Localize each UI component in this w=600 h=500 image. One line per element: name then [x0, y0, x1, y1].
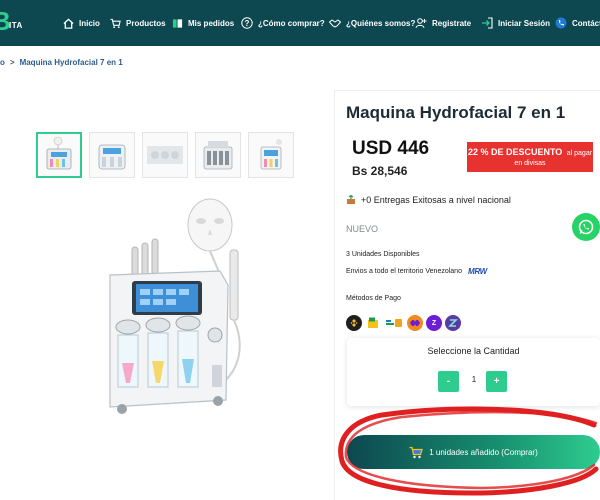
- thumbnail-1[interactable]: [36, 132, 82, 178]
- binance-icon: [346, 315, 362, 331]
- question-icon: ?: [241, 17, 253, 29]
- nav-item-label: ¿Quiénes somos?: [346, 18, 416, 28]
- product-thumbnail-icon: [260, 139, 282, 170]
- cart-icon: [409, 446, 424, 458]
- buy-button[interactable]: 1 unidades añadido (Comprar): [347, 435, 600, 469]
- zinli-icon: [445, 315, 461, 331]
- pago-movil-icon: [384, 315, 404, 331]
- logo-text: ITA: [9, 21, 23, 30]
- quantity-selector-card: Seleccione la Cantidad - 1 +: [347, 338, 600, 406]
- nav-item-label: ¿Cómo comprar?: [258, 18, 325, 28]
- top-navigation-bar: B ITA Inicio Productos Mis pedidos ? ¿Có…: [0, 0, 600, 46]
- nav-item-registrate[interactable]: Registrate: [415, 15, 471, 31]
- discount-badge: 22 % DE DESCUENTO al pagar en divisas: [467, 142, 593, 172]
- quantity-increase-button[interactable]: +: [486, 371, 507, 392]
- thumbnail-2[interactable]: [89, 132, 135, 178]
- quantity-decrease-button[interactable]: -: [438, 371, 459, 392]
- shipping-info: Envios a todo el territorio Venezolano M…: [346, 267, 487, 276]
- user-add-icon: [415, 18, 427, 29]
- whatsapp-icon: [578, 219, 594, 235]
- quantity-value[interactable]: 1: [467, 375, 481, 384]
- buy-button-label: 1 unidades añadido (Comprar): [429, 447, 538, 457]
- home-icon: [63, 18, 74, 29]
- shipping-carrier-logo: MRW: [467, 267, 487, 276]
- delivery-box-icon: [347, 195, 355, 204]
- deliveries-info: +0 Entregas Exitosas a nivel nacional: [346, 195, 511, 205]
- wallet-icon: [365, 315, 381, 331]
- price-usd: USD 446: [352, 138, 430, 159]
- payment-methods-label: Métodos de Pago: [346, 295, 401, 302]
- thumbnail-3[interactable]: [142, 132, 188, 178]
- quantity-title: Seleccione la Cantidad: [427, 346, 520, 356]
- product-main-image: [109, 198, 241, 414]
- breadcrumb: o > Maquina Hydrofacial 7 en 1: [0, 58, 123, 67]
- svg-text:?: ?: [245, 19, 250, 28]
- nav-item-label: Mis pedidos: [188, 18, 235, 28]
- breadcrumb-separator: >: [9, 58, 15, 67]
- phone-icon: [555, 17, 567, 29]
- cart-icon: [110, 18, 121, 28]
- thumbnail-strip: [36, 132, 294, 178]
- nav-item-mis-pedidos[interactable]: Mis pedidos: [172, 15, 234, 31]
- thumbnail-4[interactable]: [195, 132, 241, 178]
- price-bs: Bs 28,546: [352, 164, 408, 178]
- nav-item-inicio[interactable]: Inicio: [63, 15, 100, 31]
- store-logo[interactable]: B ITA: [0, 8, 30, 36]
- nav-item-label: Iniciar Sesión: [498, 18, 551, 28]
- breadcrumb-home[interactable]: o: [0, 58, 5, 67]
- nav-item-contacto[interactable]: Contácto: [555, 15, 600, 31]
- shipping-text: Envios a todo el territorio Venezolano: [346, 268, 462, 275]
- discount-suffix: al pagar: [566, 150, 593, 157]
- breadcrumb-current: Maquina Hydrofacial 7 en 1: [19, 58, 123, 67]
- discount-main: 22 % DE DESCUENTO: [467, 147, 563, 157]
- nav-item-iniciar-sesion[interactable]: Iniciar Sesión: [481, 15, 550, 31]
- nav-item-como-comprar[interactable]: ? ¿Cómo comprar?: [241, 15, 325, 31]
- deliveries-text: +0 Entregas Exitosas a nivel nacional: [361, 195, 511, 205]
- product-thumbnail-icon: [98, 144, 126, 170]
- condition-label: NUEVO: [346, 224, 379, 234]
- units-available: 3 Unidades Disponibles: [346, 251, 420, 258]
- whatsapp-button[interactable]: [572, 213, 600, 241]
- nav-item-productos[interactable]: Productos: [110, 15, 166, 31]
- product-title: Maquina Hydrofacial 7 en 1: [346, 103, 566, 122]
- orders-icon: [172, 18, 183, 28]
- handshake-icon: [329, 18, 341, 28]
- thumbnail-5[interactable]: [248, 132, 294, 178]
- product-thumbnail-icon: [203, 141, 233, 170]
- nav-item-label: Inicio: [79, 18, 100, 28]
- zelle-icon: Z: [426, 315, 442, 331]
- nav-item-label: Contácto: [572, 18, 600, 28]
- paypal-icon: [407, 315, 423, 331]
- product-thumbnail-icon: [147, 146, 183, 164]
- login-icon: [482, 17, 493, 29]
- nav-item-quienes-somos[interactable]: ¿Quiénes somos?: [329, 15, 415, 31]
- nav-item-label: Registrate: [432, 18, 472, 28]
- product-thumbnail-icon: [46, 136, 72, 170]
- payment-methods: Z: [346, 315, 461, 331]
- discount-sub: en divisas: [514, 160, 546, 167]
- nav-item-label: Productos: [126, 18, 166, 28]
